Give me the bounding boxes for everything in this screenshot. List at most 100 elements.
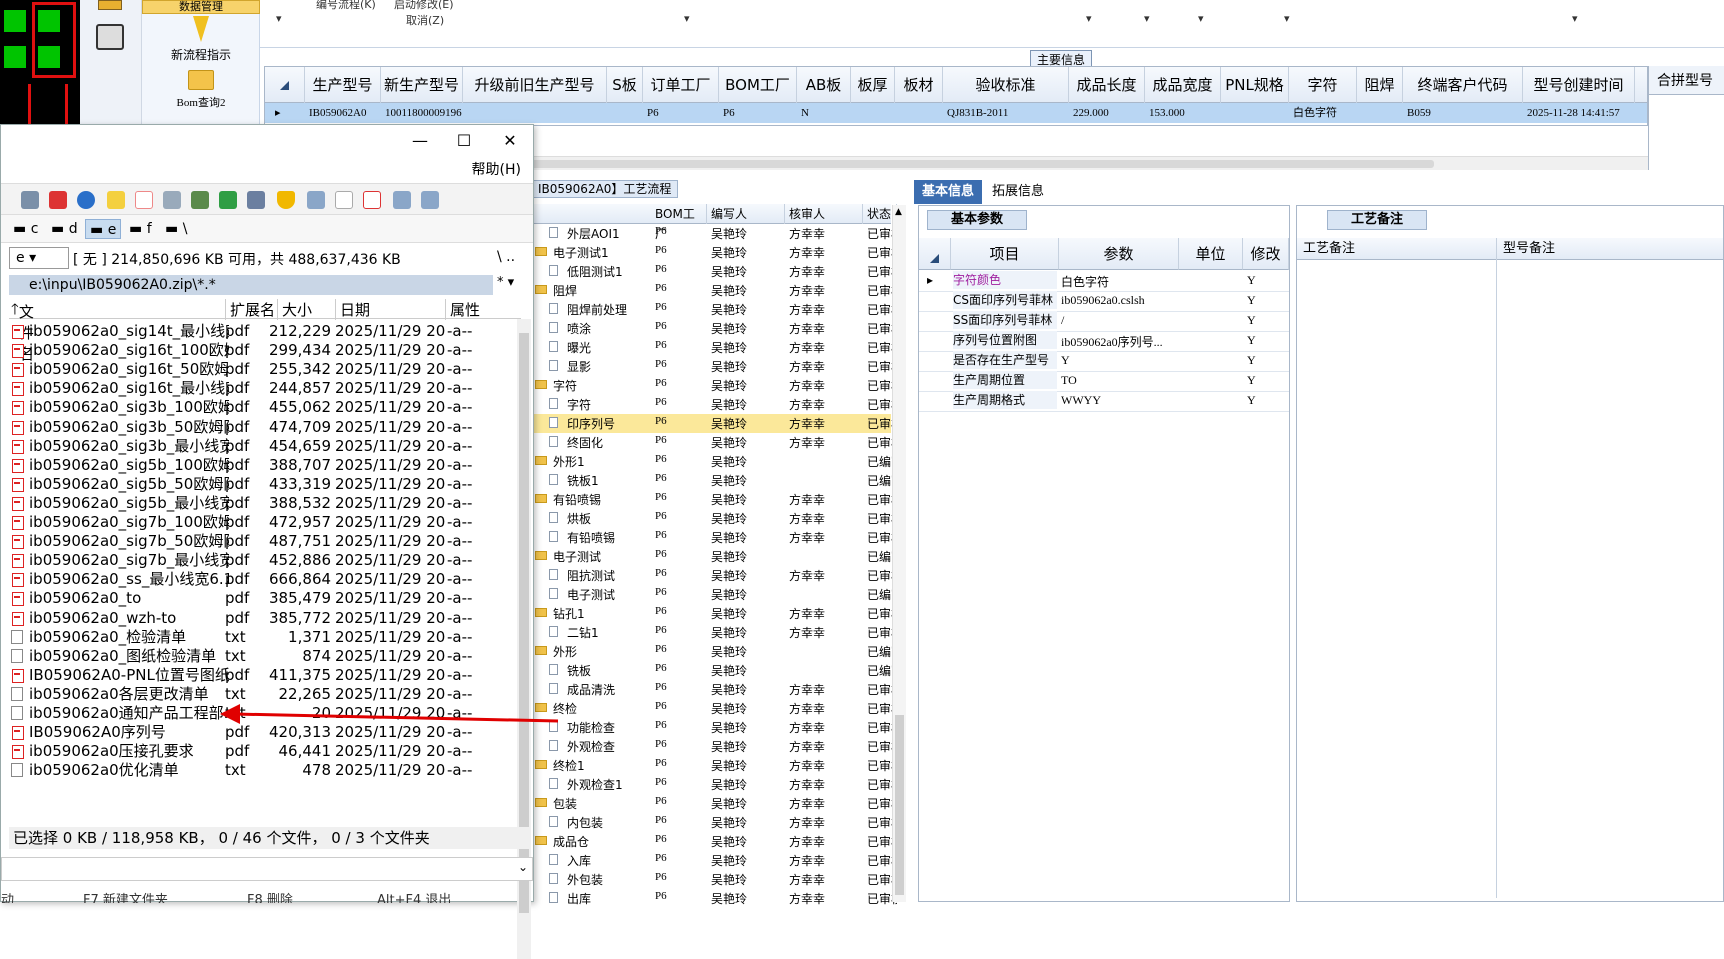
column-header[interactable]: 验收标准: [943, 67, 1069, 103]
tab-extended-info[interactable]: 拓展信息: [984, 180, 1052, 204]
tab-basic-info[interactable]: 基本信息: [914, 180, 983, 204]
table-cell[interactable]: [1221, 103, 1289, 123]
file-row[interactable]: ib059062a0_sig3b_50欧姆阻.. pdf 474,709 2025/1…: [9, 417, 521, 438]
process-row[interactable]: 字符P6吴艳玲方幸幸已审核: [531, 395, 897, 414]
process-row[interactable]: 低阻测试1P6吴艳玲方幸幸已审核: [531, 262, 897, 281]
pdf-icon[interactable]: [49, 191, 67, 209]
process-row[interactable]: 外层AOI1P6吴艳玲方幸幸已审核: [531, 224, 897, 243]
tree-icon[interactable]: [191, 191, 209, 209]
file-row[interactable]: ib059062a0_sig14t_最小线宽4..pdf 212,2292025/…: [9, 321, 521, 342]
process-row[interactable]: 钻孔1P6吴艳玲方幸幸已审核: [531, 604, 897, 623]
dropdown-arrow-icon[interactable]: ▾: [1572, 12, 1578, 25]
process-row[interactable]: 有铅喷锡P6吴艳玲方幸幸已审核: [531, 528, 897, 547]
column-header[interactable]: 成品宽度: [1145, 67, 1221, 103]
process-row[interactable]: 铣板1P6吴艳玲已编写: [531, 471, 897, 490]
process-row[interactable]: 终检1P6吴艳玲方幸幸已审核: [531, 756, 897, 775]
refresh-icon[interactable]: [21, 191, 39, 209]
process-row[interactable]: 入库P6吴艳玲方幸幸已审核: [531, 851, 897, 870]
param-value[interactable]: TO: [1061, 373, 1177, 388]
fkey-exit[interactable]: Alt+F4 退出: [377, 889, 451, 903]
table-cell[interactable]: [851, 103, 895, 123]
settings-icon[interactable]: [247, 191, 265, 209]
column-header[interactable]: 阻焊: [1357, 67, 1403, 103]
param-value[interactable]: ib059062a0序列号...: [1061, 333, 1177, 350]
fkey-delete[interactable]: F8 删除: [247, 889, 293, 903]
column-header[interactable]: S板: [607, 67, 643, 103]
panel2-icon[interactable]: [421, 191, 439, 209]
window-icon[interactable]: [307, 191, 325, 209]
table-cell[interactable]: [1357, 103, 1403, 123]
path-up-buttons[interactable]: \ ..: [497, 249, 515, 265]
bom-query-button[interactable]: Bom查询2: [142, 70, 260, 110]
blank-page-icon[interactable]: [335, 191, 353, 209]
column-header[interactable]: 生产型号: [305, 67, 381, 103]
file-row[interactable]: ib059062a0_图纸检验清单 txt 8742025/11/29 20:37-…: [9, 646, 521, 667]
drive-d[interactable]: ▬ d: [47, 219, 82, 239]
table-cell[interactable]: [895, 103, 943, 123]
process-row[interactable]: 显影P6吴艳玲方幸幸已审核: [531, 357, 897, 376]
calculator-icon[interactable]: [96, 24, 124, 50]
process-row[interactable]: 成品清洗P6吴艳玲方幸幸已审核: [531, 680, 897, 699]
param-row[interactable]: 生产周期位置 TO Y: [919, 370, 1289, 392]
maximize-icon[interactable]: ☐: [449, 131, 479, 150]
column-header[interactable]: 板厚: [851, 67, 895, 103]
tab-process-flow[interactable]: IB059062A0】工艺流程: [531, 180, 679, 198]
column-header[interactable]: PNL规格: [1221, 67, 1289, 103]
file-row[interactable]: ib059062a0_sig16t_100欧姆阻..pdf 299,4342025…: [9, 340, 521, 361]
fkey-move[interactable]: 动: [1, 889, 14, 903]
model-notes-area[interactable]: [1497, 238, 1723, 898]
grid-icon[interactable]: [98, 0, 122, 10]
process-row[interactable]: 包装P6吴艳玲方幸幸已审核: [531, 794, 897, 813]
column-header[interactable]: 字符: [1289, 67, 1357, 103]
process-row[interactable]: 成品仓P6吴艳玲方幸幸已审核: [531, 832, 897, 851]
table-cell[interactable]: N: [797, 103, 851, 123]
table-cell[interactable]: 229.000: [1069, 103, 1145, 123]
table-cell[interactable]: [463, 103, 607, 123]
col-attributes[interactable]: 属性: [445, 299, 480, 320]
process-row[interactable]: 字符P6吴艳玲方幸幸已审核: [531, 376, 897, 395]
shield-icon[interactable]: [277, 191, 295, 209]
file-row[interactable]: IB059062A0-PNL位置号图纸 pdf 411,375 2025/11/29 …: [9, 665, 521, 686]
column-header[interactable]: 升级前旧生产型号: [463, 67, 607, 103]
process-row[interactable]: 外形P6吴艳玲已编写: [531, 642, 897, 661]
column-header[interactable]: 新生产型号: [381, 67, 463, 103]
param-row[interactable]: CS面印序列号菲林 ib059062a0.cslsh Y: [919, 290, 1289, 312]
table-cell[interactable]: [607, 103, 643, 123]
file-row[interactable]: ib059062a0_sig5b_50欧姆阻.. pdf 433,319 2025/1…: [9, 474, 521, 495]
param-row[interactable]: ▸ 字符颜色 白色字符 Y: [919, 270, 1289, 292]
file-row[interactable]: ib059062a0各层更改清单 txt 22,2652025/11/29 20:3…: [9, 684, 521, 705]
dropdown-arrow-icon[interactable]: ▾: [1284, 12, 1290, 25]
table-cell[interactable]: 10011800009196: [381, 103, 463, 123]
file-row[interactable]: ib059062a0_sig3b_最小线宽4.2pdf 454,6592025/1…: [9, 436, 521, 457]
file-row[interactable]: IB059062A0序列号 pdf 420,3132025/11/29 20:37-…: [9, 722, 521, 743]
table-cell[interactable]: 153.000: [1145, 103, 1221, 123]
process-row[interactable]: 曝光P6吴艳玲方幸幸已审核: [531, 338, 897, 357]
process-row[interactable]: 出库P6吴艳玲方幸幸已审核: [531, 889, 897, 908]
file-row[interactable]: ib059062a0_sig5b_最小线宽4.2pdf 388,5322025/1…: [9, 493, 521, 514]
process-row[interactable]: 功能检查P6吴艳玲方幸幸已审核: [531, 718, 897, 737]
table-cell[interactable]: P6: [643, 103, 719, 123]
process-row[interactable]: 电子测试P6吴艳玲已编写: [531, 547, 897, 566]
process-row[interactable]: 电子测试P6吴艳玲已编写: [531, 585, 897, 604]
ribbon-start-edit-label[interactable]: 启动修改(E): [394, 0, 454, 12]
process-row[interactable]: 印序列号P6吴艳玲方幸幸已审核: [531, 414, 897, 433]
param-value[interactable]: ib059062a0.cslsh: [1061, 293, 1177, 308]
file-row[interactable]: ib059062a0_检验清单 txt 1,3712025/11/29 20:37-…: [9, 627, 521, 648]
scrollbar-thumb[interactable]: [895, 715, 904, 895]
process-vertical-scrollbar[interactable]: ▲: [892, 205, 906, 902]
dropdown-arrow-icon[interactable]: ▾: [276, 12, 282, 25]
param-value[interactable]: WWYY: [1061, 393, 1177, 408]
column-header[interactable]: 成品长度: [1069, 67, 1145, 103]
file-row[interactable]: ib059062a0_sig7b_50欧姆阻.. pdf 487,751 2025/1…: [9, 531, 521, 552]
param-value[interactable]: Y: [1061, 353, 1177, 368]
file-row[interactable]: ib059062a0_sig16t_最小线宽4..pdf 244,8572025/…: [9, 378, 521, 399]
window-titlebar[interactable]: — ☐ ✕: [1, 125, 533, 157]
file-row[interactable]: ib059062a0优化清单 txt 4782025/11/29 20:37-a--: [9, 760, 521, 781]
param-value[interactable]: 白色字符: [1061, 273, 1177, 290]
filter-dropdown[interactable]: * ▾: [497, 275, 514, 290]
table-cell[interactable]: QJ831B-2011: [943, 103, 1069, 123]
dropdown-arrow-icon[interactable]: ▾: [1086, 12, 1092, 25]
col-extension[interactable]: 扩展名: [225, 299, 275, 320]
table-cell[interactable]: 2025-11-28 14:41:57: [1523, 103, 1635, 123]
dropdown-arrow-icon[interactable]: ▾: [684, 12, 690, 25]
